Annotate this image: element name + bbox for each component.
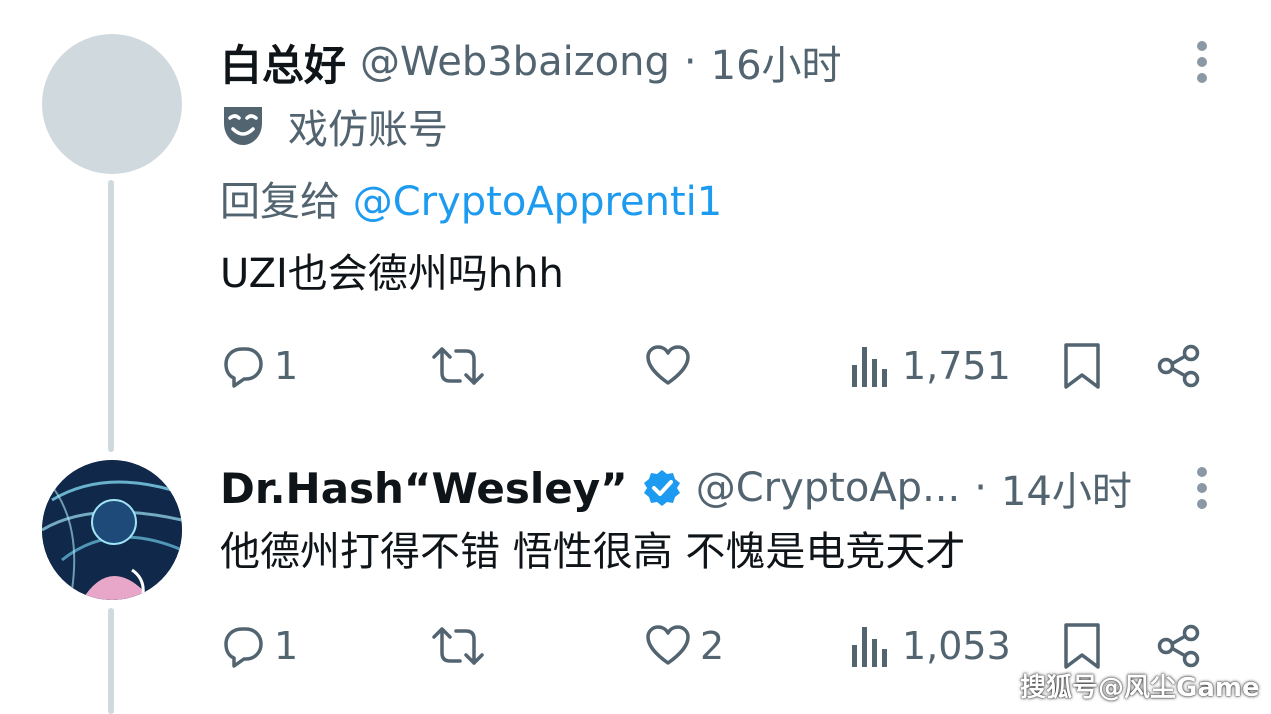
views-button[interactable]: 1,751: [850, 338, 1011, 394]
reply-icon: [220, 623, 266, 669]
reply-count: 1: [274, 624, 299, 668]
tweet-header: 白总好 @Web3baizong · 16小时: [220, 34, 842, 90]
reply-prefix: 回复给: [220, 179, 340, 225]
bookmark-button[interactable]: [1062, 618, 1102, 674]
repost-button[interactable]: [430, 338, 486, 394]
separator: ·: [974, 465, 987, 511]
timestamp[interactable]: 14小时: [1001, 459, 1132, 517]
parody-label-row: 戏仿账号: [220, 100, 448, 153]
views-count: 1,751: [902, 344, 1011, 388]
timestamp[interactable]: 16小时: [711, 33, 842, 91]
parody-mask-icon: [220, 103, 266, 149]
thread-line-bottom: [108, 608, 114, 714]
reply-button[interactable]: 1: [220, 618, 298, 674]
handle[interactable]: @Web3baizong: [360, 39, 670, 85]
replying-to: 回复给 @CryptoApprenti1: [220, 176, 722, 228]
more-icon[interactable]: [1188, 38, 1216, 86]
tweet-header: Dr.Hash“Wesley” @CryptoAp... · 14小时: [220, 460, 1132, 516]
bookmark-button[interactable]: [1062, 338, 1102, 394]
avatar[interactable]: [42, 34, 182, 174]
verified-icon: [642, 468, 682, 508]
display-name[interactable]: Dr.Hash“Wesley”: [220, 464, 628, 513]
views-button[interactable]: 1,053: [850, 618, 1011, 674]
share-button[interactable]: [1156, 618, 1202, 674]
avatar[interactable]: [42, 460, 182, 600]
separator: ·: [683, 39, 697, 85]
like-icon: [644, 623, 692, 669]
parody-label: 戏仿账号: [288, 107, 448, 153]
display-name[interactable]: 白总好: [220, 32, 346, 93]
like-button[interactable]: [644, 338, 692, 394]
views-count: 1,053: [902, 624, 1011, 668]
share-icon: [1156, 623, 1202, 669]
tweet-text: 他德州打得不错 悟性很高 不愧是电竞天才: [220, 529, 966, 575]
handle[interactable]: @CryptoAp...: [696, 465, 961, 511]
reply-icon: [220, 343, 266, 389]
views-icon: [850, 343, 892, 389]
repost-icon: [430, 343, 486, 389]
reply-mention-link[interactable]: @CryptoApprenti1: [353, 179, 723, 225]
more-icon[interactable]: [1188, 464, 1216, 512]
like-button[interactable]: 2: [644, 618, 724, 674]
thread-line-top: [108, 180, 114, 452]
bookmark-icon: [1062, 341, 1102, 391]
like-icon: [644, 343, 692, 389]
bookmark-icon: [1062, 621, 1102, 671]
repost-button[interactable]: [430, 618, 486, 674]
avatar-artwork: [42, 460, 182, 600]
views-icon: [850, 623, 892, 669]
share-icon: [1156, 343, 1202, 389]
repost-icon: [430, 623, 486, 669]
reply-button[interactable]: 1: [220, 338, 298, 394]
like-count: 2: [700, 624, 725, 668]
reply-count: 1: [274, 344, 299, 388]
share-button[interactable]: [1156, 338, 1202, 394]
tweet-text: UZI也会德州吗hhh: [220, 251, 564, 297]
watermark: 搜狐号@风尘Game: [1020, 673, 1260, 703]
